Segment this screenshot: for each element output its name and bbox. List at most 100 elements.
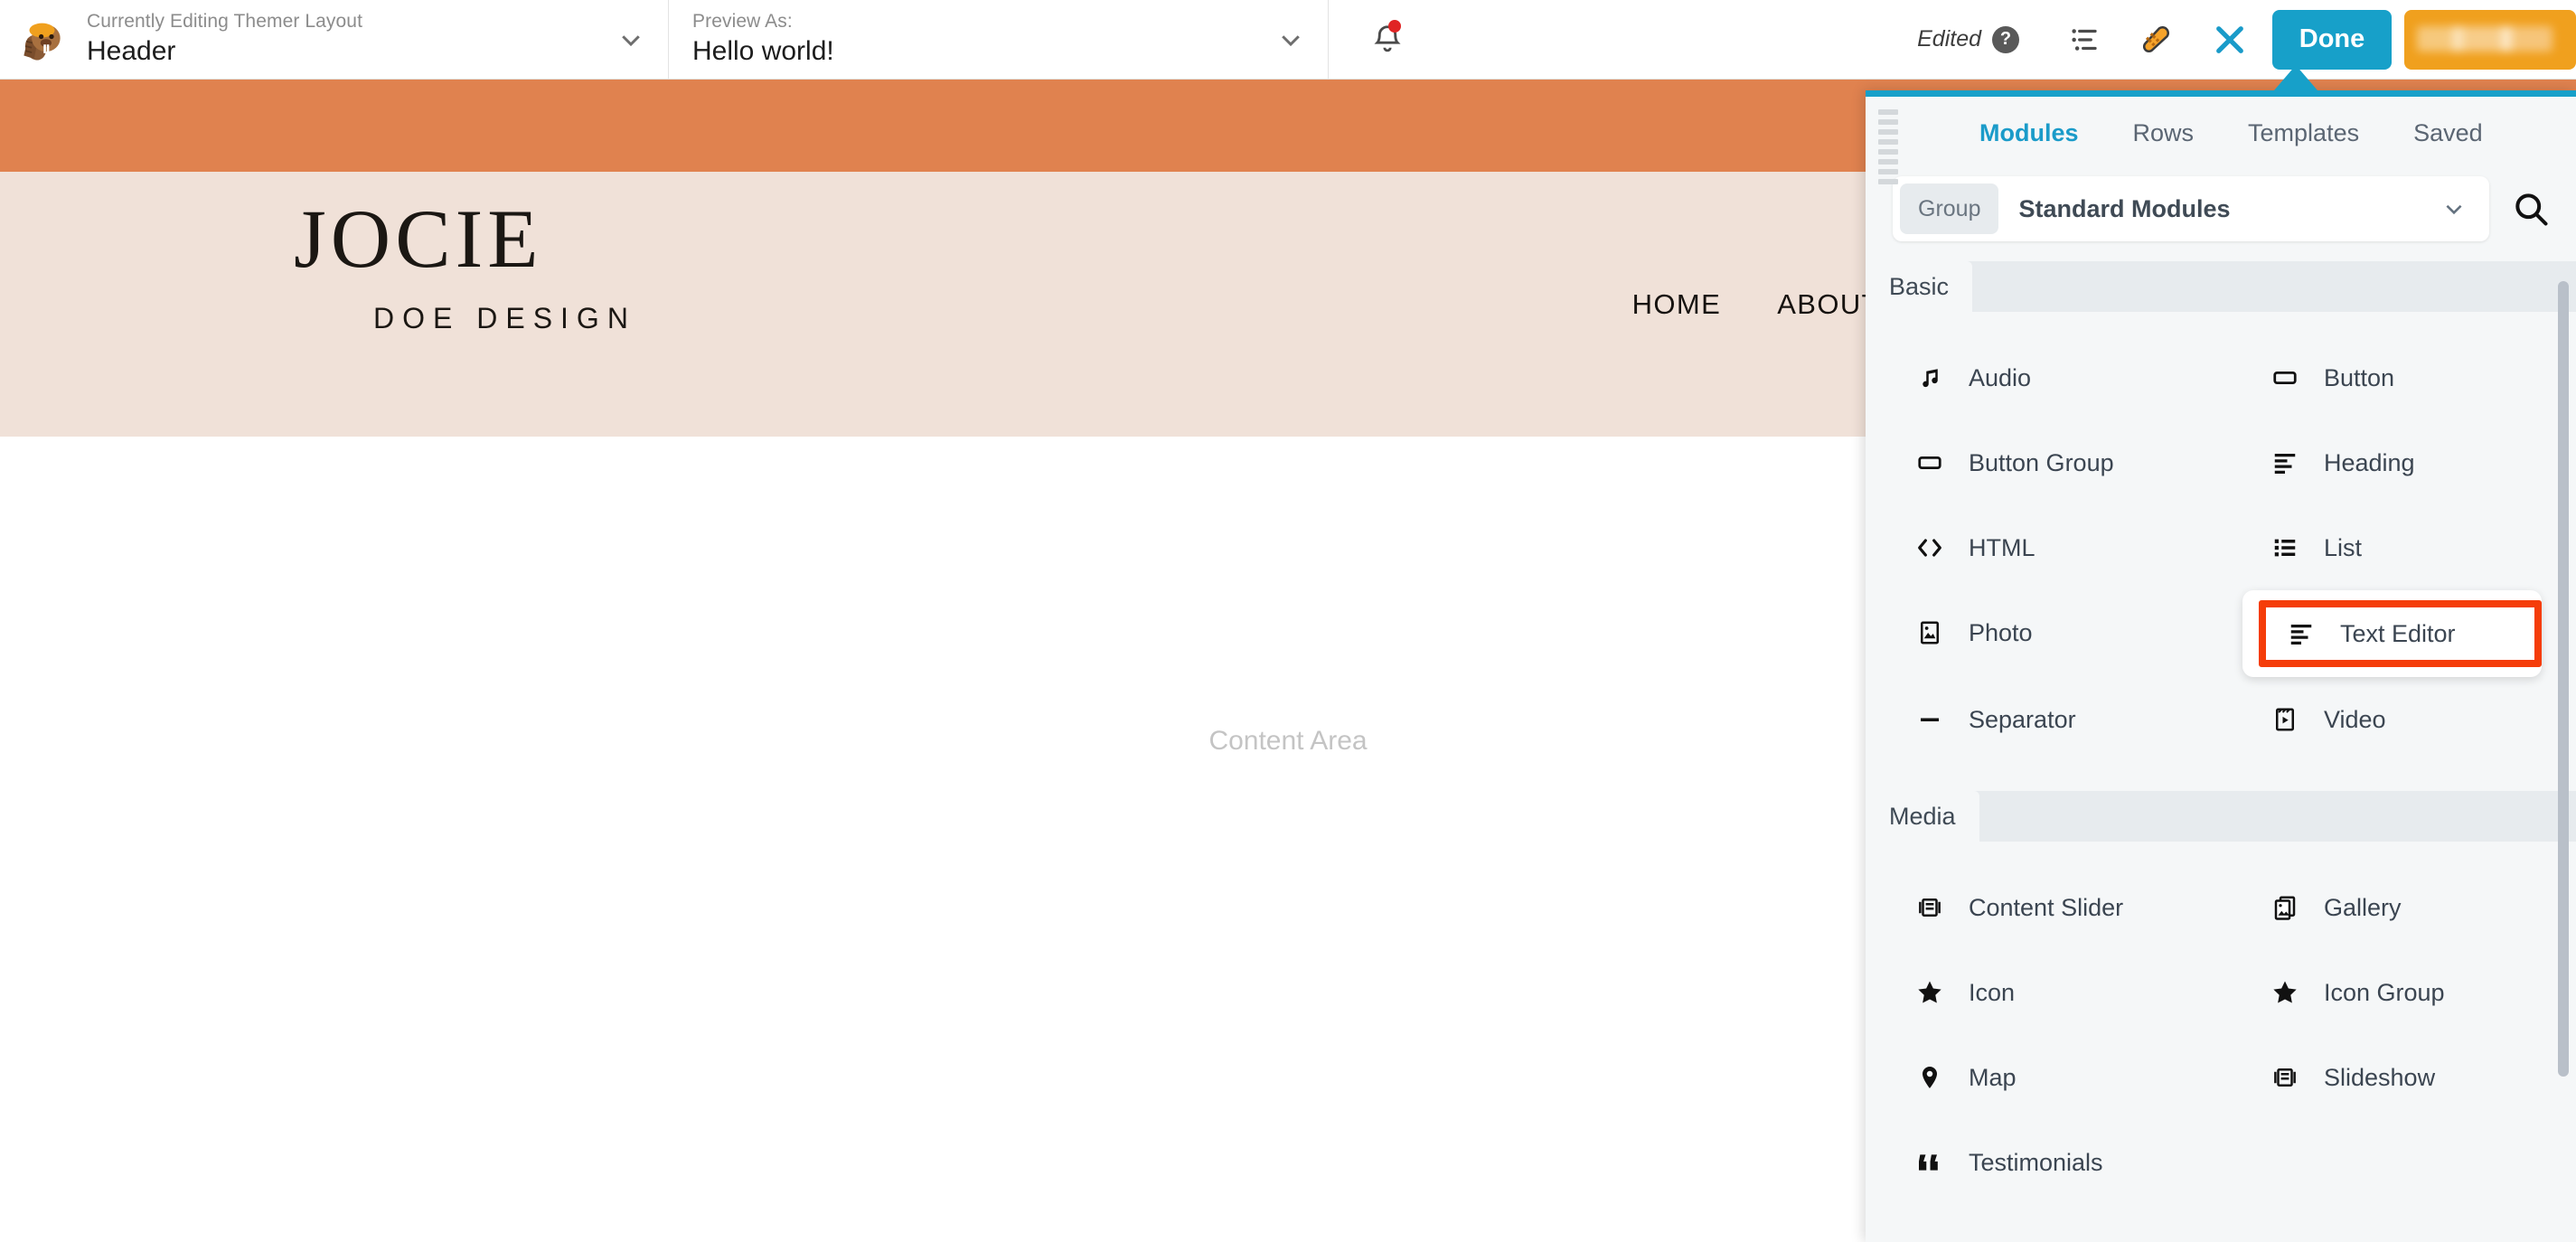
search-icon xyxy=(2511,189,2551,229)
bullet-list-icon xyxy=(2270,532,2300,563)
button-rect-icon xyxy=(2270,362,2300,393)
outline-panel-button[interactable] xyxy=(2050,0,2120,80)
module-label: Button Group xyxy=(1969,448,2114,476)
account-label-blurred xyxy=(2417,25,2552,52)
music-note-icon xyxy=(1914,362,1945,393)
module-label: Text Editor xyxy=(2340,619,2456,647)
chevron-down-icon[interactable] xyxy=(617,26,644,53)
nav-link-home[interactable]: HOME xyxy=(1632,288,1722,321)
outline-list-icon xyxy=(2068,23,2102,57)
tab-saved[interactable]: Saved xyxy=(2386,119,2510,147)
module-audio[interactable]: Audio xyxy=(1866,335,2221,420)
tab-templates[interactable]: Templates xyxy=(2221,119,2386,147)
module-button[interactable]: Button xyxy=(2221,335,2576,420)
section-header-basic: Basic xyxy=(1866,261,2576,312)
video-clapper-icon xyxy=(2270,704,2300,735)
section-title-basic[interactable]: Basic xyxy=(1866,261,1973,312)
module-label: Slideshow xyxy=(2324,1063,2436,1091)
gallery-stack-icon xyxy=(2270,892,2300,923)
group-filter-label: Group xyxy=(1900,183,1999,234)
panel-tab-bar: Modules Rows Templates Saved xyxy=(1866,97,2576,169)
module-label: Map xyxy=(1969,1063,2017,1091)
panel-filter-row: Group Standard Modules xyxy=(1866,169,2576,258)
text-lines-icon xyxy=(2286,618,2317,649)
content-panel: Modules Rows Templates Saved Group Stand… xyxy=(1866,90,2576,1242)
module-video[interactable]: Video xyxy=(2221,677,2576,762)
done-button[interactable]: Done xyxy=(2272,9,2392,70)
chevron-down-icon[interactable] xyxy=(2442,197,2466,221)
module-label: Video xyxy=(2324,705,2386,733)
module-label: Testimonials xyxy=(1969,1148,2103,1176)
panel-scrollbar-thumb[interactable] xyxy=(2558,281,2569,1077)
module-grid-basic: Audio Button Button Group Heading HTML L… xyxy=(1866,312,2576,771)
currently-editing-kicker: Currently Editing Themer Layout xyxy=(87,11,363,33)
module-icon-group[interactable]: Icon Group xyxy=(2221,950,2576,1035)
module-label: Heading xyxy=(2324,448,2415,476)
currently-editing-selector[interactable]: Currently Editing Themer Layout Header xyxy=(0,0,669,79)
module-label: Button xyxy=(2324,363,2395,391)
module-label: HTML xyxy=(1969,533,2035,561)
module-photo[interactable]: Photo xyxy=(1866,590,2221,675)
builder-admin-bar: Currently Editing Themer Layout Header P… xyxy=(0,0,2576,80)
module-list-scroll-area[interactable]: Basic Audio Button Button Group Heading … xyxy=(1866,258,2576,1242)
close-x-icon xyxy=(2211,21,2249,59)
edited-label: Edited xyxy=(1917,26,1981,52)
preview-as-text: Preview As: Hello world! xyxy=(692,11,834,67)
nav-link-about[interactable]: ABOUT xyxy=(1777,288,1880,321)
panel-pointer-arrow xyxy=(2274,65,2317,90)
section-title-media[interactable]: Media xyxy=(1866,791,1979,842)
module-button-group[interactable]: Button Group xyxy=(1866,420,2221,505)
heading-lines-icon xyxy=(2270,447,2300,478)
preview-as-selector[interactable]: Preview As: Hello world! xyxy=(669,0,1329,79)
module-label: List xyxy=(2324,533,2363,561)
site-navigation: HOME ABOUT xyxy=(1632,288,1880,321)
drag-handle-icon[interactable] xyxy=(1878,109,1898,184)
preview-as-value: Hello world! xyxy=(692,35,834,66)
site-brand[interactable]: JOCIE DOE DESIGN xyxy=(294,197,636,335)
content-area-label: Content Area xyxy=(1208,726,1368,756)
module-label: Content Slider xyxy=(1969,893,2124,921)
tools-trowel-icon xyxy=(2138,22,2174,58)
module-testimonials[interactable]: Testimonials xyxy=(1866,1120,2221,1205)
module-gallery[interactable]: Gallery xyxy=(2221,865,2576,950)
tab-rows[interactable]: Rows xyxy=(2106,119,2222,147)
module-label: Audio xyxy=(1969,363,2032,391)
module-separator[interactable]: Separator xyxy=(1866,677,2221,762)
notifications-button[interactable] xyxy=(1329,0,1446,79)
module-map[interactable]: Map xyxy=(1866,1035,2221,1120)
module-icon[interactable]: Icon xyxy=(1866,950,2221,1035)
help-question-icon[interactable]: ? xyxy=(1992,25,2019,53)
module-label: Gallery xyxy=(2324,893,2402,921)
tab-modules[interactable]: Modules xyxy=(1952,119,2106,147)
group-filter-control[interactable]: Group Standard Modules xyxy=(1893,176,2489,241)
account-button[interactable] xyxy=(2404,9,2576,70)
currently-editing-value: Header xyxy=(87,35,176,66)
module-heading[interactable]: Heading xyxy=(2221,420,2576,505)
module-label: Photo xyxy=(1969,618,2033,646)
module-html[interactable]: HTML xyxy=(1866,505,2221,590)
content-slider-icon xyxy=(1914,892,1945,923)
edited-status: Edited ? xyxy=(1917,25,2019,53)
separator-dash-icon xyxy=(1914,704,1945,735)
module-content-slider[interactable]: Content Slider xyxy=(1866,865,2221,950)
quote-marks-icon xyxy=(1914,1147,1945,1178)
beaver-builder-logo-icon xyxy=(20,14,71,65)
code-brackets-icon xyxy=(1914,532,1945,563)
module-text-editor[interactable]: Text Editor xyxy=(2242,590,2542,677)
module-label: Separator xyxy=(1969,705,2076,733)
module-slideshow[interactable]: Slideshow xyxy=(2221,1035,2576,1120)
module-list[interactable]: List xyxy=(2221,505,2576,590)
tools-button[interactable] xyxy=(2120,0,2191,80)
button-rect-icon xyxy=(1914,447,1945,478)
preview-as-kicker: Preview As: xyxy=(692,11,793,33)
search-button[interactable] xyxy=(2505,189,2556,229)
app-root: Currently Editing Themer Layout Header P… xyxy=(0,0,2576,1242)
admin-bar-spacer xyxy=(1446,0,1917,79)
group-filter-value[interactable]: Standard Modules xyxy=(1998,195,2442,223)
module-text-editor-highlight-box: Text Editor xyxy=(2259,600,2542,667)
notification-badge-dot xyxy=(1388,20,1401,33)
chevron-down-icon[interactable] xyxy=(1277,26,1304,53)
content-slider-icon xyxy=(2270,1062,2300,1093)
close-panel-button[interactable] xyxy=(2191,0,2269,80)
star-icon xyxy=(1914,977,1945,1008)
